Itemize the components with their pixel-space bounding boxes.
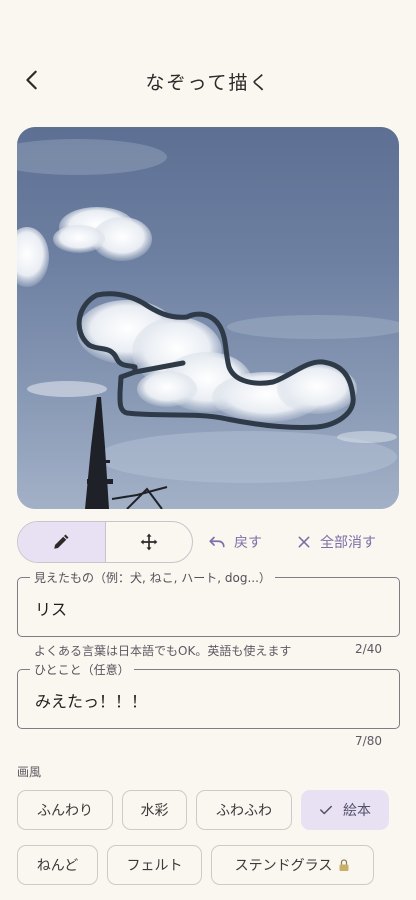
page-title: なぞって描く bbox=[145, 72, 271, 94]
seen-object-label: 見えたもの（例：犬, ねこ, ハート, dog...） bbox=[30, 569, 275, 586]
comment-input[interactable]: みえたっ！！！ bbox=[35, 688, 147, 712]
seen-object-hint: よくある言葉は日本語でもOK。英語も使えます bbox=[34, 644, 292, 658]
move-tool-button[interactable] bbox=[106, 522, 193, 562]
seen-object-counter: 2/40 bbox=[355, 642, 382, 656]
pencil-tool-button[interactable] bbox=[18, 522, 105, 562]
style-chip-suisai[interactable]: 水彩 bbox=[122, 790, 187, 830]
chip-label: 絵本 bbox=[343, 803, 371, 819]
style-section-label: 画風 bbox=[17, 765, 42, 779]
top-app-bar: なぞって描く bbox=[0, 60, 416, 100]
chip-label: ねんど bbox=[36, 858, 79, 874]
check-icon bbox=[319, 803, 333, 817]
close-icon bbox=[298, 536, 310, 548]
style-chip-fuwafuwa[interactable]: ふわふわ bbox=[196, 790, 292, 830]
lock-icon bbox=[338, 858, 350, 872]
undo-label: 戻す bbox=[234, 535, 262, 551]
move-arrows-icon bbox=[140, 533, 158, 551]
comment-counter: 7/80 bbox=[355, 734, 382, 748]
comment-label: ひとこと（任意） bbox=[30, 661, 134, 678]
style-chip-nendo[interactable]: ねんど bbox=[17, 845, 98, 885]
seen-object-field[interactable]: 見えたもの（例：犬, ねこ, ハート, dog...） リス bbox=[17, 569, 400, 637]
chip-label: 水彩 bbox=[140, 803, 169, 819]
drawing-canvas[interactable] bbox=[17, 127, 399, 509]
clear-all-button[interactable]: 全部消す bbox=[296, 531, 376, 553]
chip-label: フェルト bbox=[126, 858, 183, 874]
clear-all-label: 全部消す bbox=[320, 535, 376, 551]
seen-object-input[interactable]: リス bbox=[35, 596, 67, 620]
undo-button[interactable]: 戻す bbox=[208, 531, 262, 553]
style-chip-ehon[interactable]: 絵本 bbox=[301, 790, 389, 830]
chip-label: ステンドグラス bbox=[234, 858, 333, 874]
chip-label: ふんわり bbox=[37, 803, 93, 819]
undo-icon bbox=[209, 536, 225, 548]
comment-field[interactable]: ひとこと（任意） みえたっ！！！ bbox=[17, 661, 400, 729]
style-chip-stained-glass[interactable]: ステンドグラス bbox=[211, 845, 374, 885]
pencil-icon bbox=[54, 534, 69, 549]
tool-toggle bbox=[17, 521, 193, 563]
style-chip-felt[interactable]: フェルト bbox=[107, 845, 202, 885]
sky-photo bbox=[17, 127, 399, 509]
style-chip-funwari[interactable]: ふんわり bbox=[17, 790, 113, 830]
chip-label: ふわふわ bbox=[216, 803, 272, 819]
